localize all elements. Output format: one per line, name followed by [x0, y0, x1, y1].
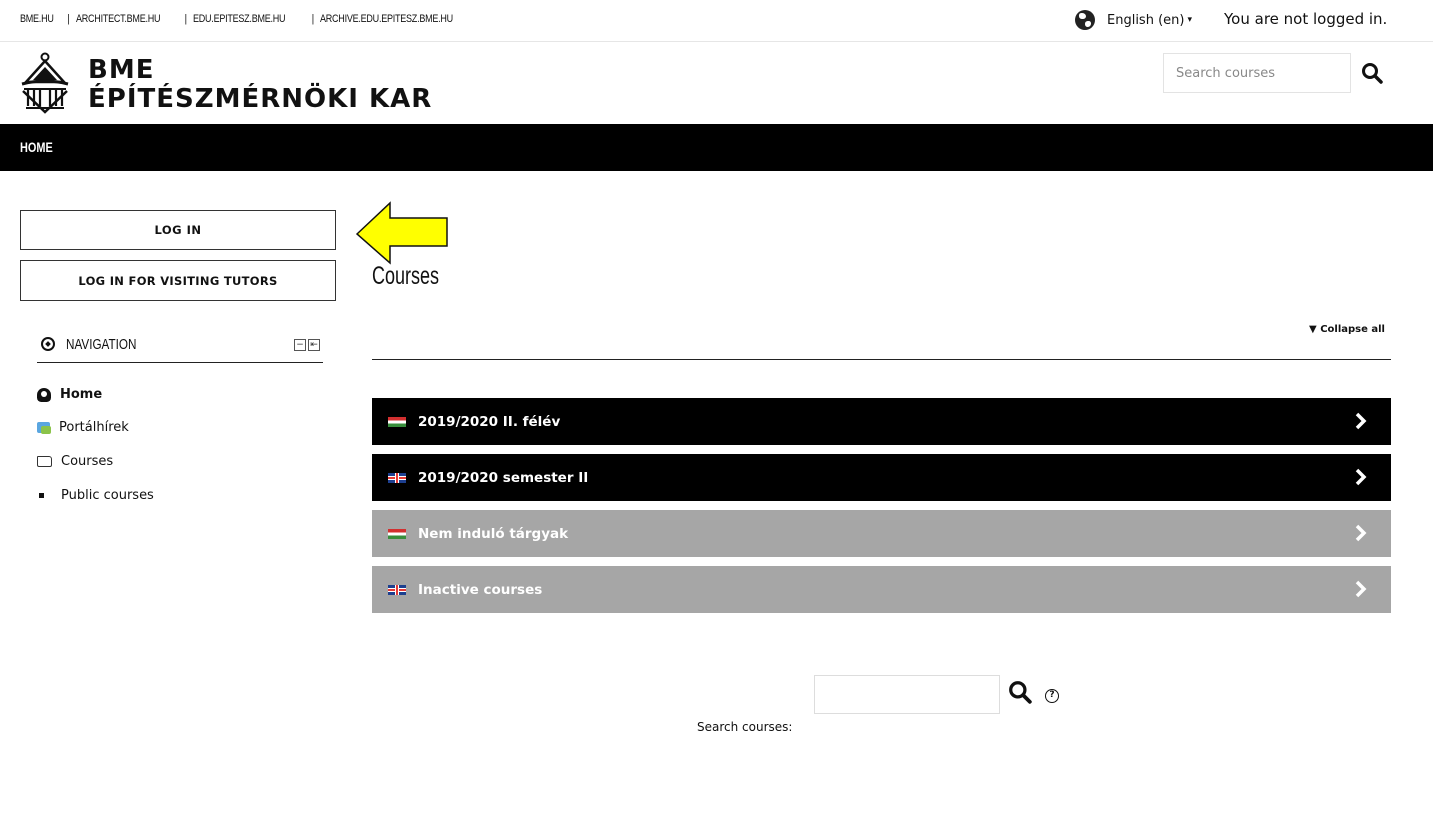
- category-label: Nem induló tárgyak: [418, 525, 569, 542]
- login-button[interactable]: LOG IN: [20, 210, 336, 250]
- dock-block-icon[interactable]: ⇤: [308, 339, 320, 351]
- main-navbar: HOME: [0, 124, 1433, 171]
- forum-icon: [37, 422, 51, 434]
- compass-icon: [41, 337, 55, 351]
- navigation-title: NAVIGATION: [66, 336, 137, 353]
- chevron-right-icon: [1355, 412, 1367, 430]
- nav-item-public-courses[interactable]: Public courses: [37, 488, 154, 503]
- nav-item-label: Portálhírek: [59, 420, 129, 435]
- faculty-emblem-icon[interactable]: [20, 52, 70, 114]
- collapse-block-icon[interactable]: −: [294, 339, 306, 351]
- category-2019-2020-ii-felev[interactable]: 2019/2020 II. félév: [372, 398, 1391, 445]
- page-title: Courses: [372, 262, 440, 290]
- category-label: 2019/2020 II. félév: [418, 413, 561, 430]
- nav-item-portalhirek[interactable]: Portálhírek: [37, 420, 129, 435]
- dashboard-icon: [37, 387, 51, 402]
- chevron-right-icon: [1355, 468, 1367, 486]
- nav-item-home[interactable]: Home: [37, 387, 102, 402]
- globe-icon: [1075, 10, 1095, 30]
- header-search-input[interactable]: Search courses: [1163, 53, 1351, 93]
- hu-flag-icon: [388, 528, 406, 539]
- hu-flag-icon: [388, 416, 406, 427]
- link-archive-edu-epitesz[interactable]: ARCHIVE.EDU.EPITESZ.BME.HU: [320, 13, 453, 25]
- nav-item-label: Home: [60, 387, 103, 402]
- category-2019-2020-semester-ii[interactable]: 2019/2020 semester II: [372, 454, 1391, 501]
- block-actions: − ⇤: [294, 339, 320, 351]
- collapse-all-label: Collapse all: [1320, 324, 1385, 335]
- link-separator: |: [184, 13, 187, 25]
- search-icon: [1362, 63, 1383, 84]
- language-label: English (en): [1107, 12, 1185, 28]
- help-icon[interactable]: ?: [1045, 689, 1059, 703]
- course-search-input[interactable]: [814, 675, 1000, 714]
- nav-item-courses[interactable]: Courses: [37, 454, 113, 469]
- annotation-arrow-icon: [355, 201, 448, 265]
- external-links: BME.HU | ARCHITECT.BME.HU | EDU.EPITESZ.…: [20, 13, 482, 25]
- category-label: Inactive courses: [418, 581, 543, 598]
- navbar-home-link[interactable]: HOME: [20, 139, 53, 155]
- nav-item-label: Public courses: [61, 488, 154, 503]
- category-nem-indulo-targyak[interactable]: Nem induló tárgyak: [372, 510, 1391, 557]
- uk-flag-icon: [388, 584, 406, 595]
- language-menu[interactable]: English (en) ▾: [1075, 10, 1192, 30]
- login-visiting-tutors-button[interactable]: LOG IN FOR VISITING TUTORS: [20, 260, 336, 301]
- course-search-button[interactable]: [1008, 680, 1032, 708]
- category-label: 2019/2020 semester II: [418, 469, 589, 486]
- login-status: You are not logged in.: [1224, 10, 1388, 28]
- course-search-label: Search courses:: [697, 720, 793, 734]
- link-separator: |: [311, 13, 314, 25]
- search-icon: [1009, 681, 1032, 704]
- chevron-right-icon: [1355, 524, 1367, 542]
- chevron-right-icon: [1355, 580, 1367, 598]
- link-architect-bme-hu[interactable]: ARCHITECT.BME.HU: [76, 13, 161, 25]
- category-inactive-courses[interactable]: Inactive courses: [372, 566, 1391, 613]
- top-links-bar: BME.HU | ARCHITECT.BME.HU | EDU.EPITESZ.…: [0, 0, 1433, 42]
- collapse-all-link[interactable]: ▼ Collapse all: [1309, 324, 1385, 335]
- uk-flag-icon: [388, 472, 406, 483]
- brand-line-1[interactable]: BME: [88, 55, 154, 85]
- link-edu-epitesz[interactable]: EDU.EPITESZ.BME.HU: [193, 13, 286, 25]
- header-search-button[interactable]: [1351, 53, 1393, 93]
- caret-down-icon: ▾: [1187, 15, 1192, 25]
- nav-item-label: Courses: [61, 454, 114, 469]
- folder-icon: [37, 456, 52, 467]
- link-separator: |: [66, 13, 70, 25]
- brand-line-2[interactable]: ÉPÍTÉSZMÉRNÖKI KAR: [88, 84, 432, 114]
- divider: [372, 359, 1391, 360]
- link-bme-hu[interactable]: BME.HU: [20, 13, 54, 25]
- triangle-down-icon: ▼: [1309, 324, 1317, 335]
- navigation-block-header: NAVIGATION − ⇤: [37, 331, 323, 363]
- bullet-icon: [39, 493, 44, 498]
